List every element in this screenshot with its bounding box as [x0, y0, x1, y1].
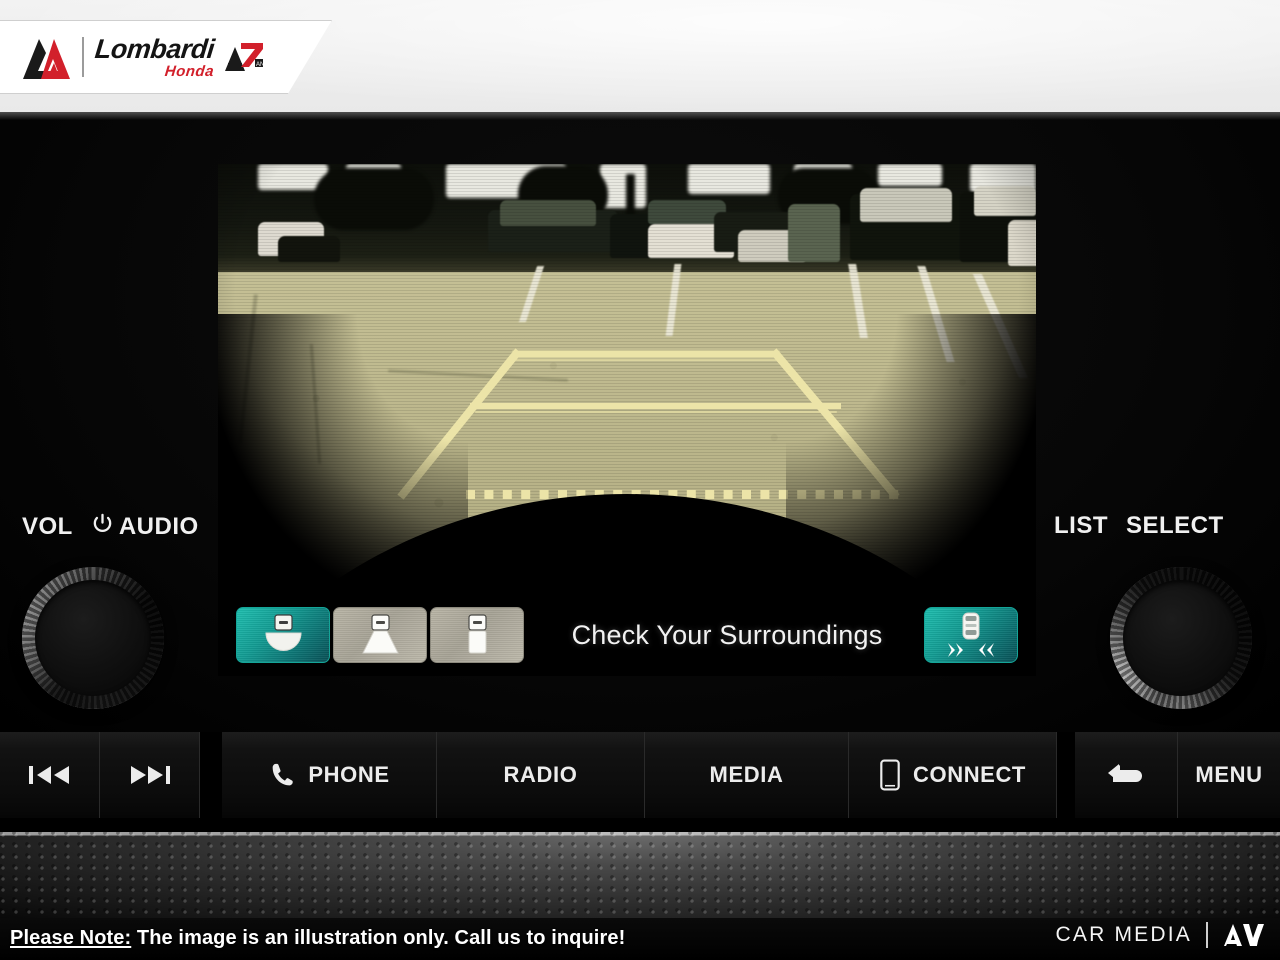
parked-vehicle: [788, 204, 840, 262]
guideline-toggle-button[interactable]: [924, 607, 1018, 663]
view-mode-normal-view[interactable]: [333, 607, 427, 663]
infotainment-head-unit: VOL AUDIO Check Your Surroundings LIST S…: [0, 112, 1280, 732]
select-label: SELECT: [1126, 512, 1224, 539]
left-knob-labels: VOL AUDIO: [22, 512, 199, 542]
car-media-watermark: CAR MEDIA: [1056, 922, 1266, 948]
parked-vehicle: [500, 200, 596, 226]
dashboard-area: Please Note: The image is an illustratio…: [0, 818, 1280, 960]
hard-button-phone[interactable]: PHONE: [222, 732, 437, 818]
lombardi-lh-monogram-icon: [21, 33, 71, 81]
av-logo-icon: [1222, 922, 1266, 948]
infotainment-screen[interactable]: Check Your Surroundings: [218, 164, 1036, 676]
parked-vehicle: [860, 188, 952, 222]
svg-text:ANS: ANS: [256, 62, 265, 68]
disclaimer-text: The image is an illustration only. Call …: [131, 927, 626, 949]
power-icon: [91, 512, 114, 542]
skip-back-icon: [28, 764, 71, 786]
hard-button-media[interactable]: MEDIA: [645, 732, 849, 818]
skip-forward-icon: [129, 764, 171, 786]
watermark-divider: [1206, 922, 1208, 948]
rear-camera-feed[interactable]: [218, 164, 1036, 594]
select-knob[interactable]: [1110, 567, 1252, 709]
smartphone-icon: [879, 759, 901, 791]
hard-button-connect[interactable]: CONNECT: [849, 732, 1057, 818]
dashboard-texture: [0, 832, 1280, 924]
disclaimer-label: Please Note:: [10, 927, 132, 949]
dealer-name: Lombardi: [93, 33, 216, 64]
back-arrow-icon: [1107, 762, 1145, 788]
watermark-text: CAR MEDIA: [1055, 923, 1192, 946]
hard-button-back[interactable]: [1075, 732, 1178, 818]
screenshot-root: Lombardi Honda ANS VOL: [0, 0, 1280, 960]
button-spacer: [1057, 732, 1075, 818]
hard-button-label: CONNECT: [913, 762, 1026, 787]
parked-vehicle: [278, 236, 340, 262]
hard-button-previous-track[interactable]: [0, 732, 100, 818]
phone-icon: [268, 761, 296, 789]
view-mode-top-down-view[interactable]: [430, 607, 524, 663]
status-message: Check Your Surroundings: [571, 619, 883, 650]
hard-button-menu[interactable]: MENU: [1178, 732, 1280, 818]
knob-face: [1123, 580, 1239, 696]
hard-button-label: MEDIA: [709, 762, 784, 787]
right-knob-labels: LIST SELECT: [1054, 512, 1224, 540]
camera-image: [218, 164, 1036, 594]
view-mode-group: [236, 607, 524, 663]
dealer-logo-plate[interactable]: Lombardi Honda ANS: [0, 20, 332, 94]
hard-button-label: PHONE: [308, 762, 390, 787]
hard-button-label: RADIO: [503, 762, 578, 787]
audio-label: AUDIO: [118, 513, 199, 540]
camera-toolbar: Check Your Surroundings: [218, 594, 1036, 676]
dealer-brand: Honda: [163, 62, 215, 80]
dealer-header: Lombardi Honda ANS: [0, 0, 1280, 112]
parked-vehicle: [1008, 220, 1036, 266]
view-mode-wide-view[interactable]: [236, 607, 330, 663]
knob-face: [35, 580, 151, 696]
parked-vehicle: [974, 186, 1036, 216]
button-spacer: [200, 732, 222, 818]
hard-button-radio[interactable]: RADIO: [437, 732, 645, 818]
hard-button-strip: PHONE RADIO MEDIA CONNECT MENU: [0, 732, 1280, 818]
disclaimer-note: Please Note: The image is an illustratio…: [10, 927, 625, 950]
list-label: LIST: [1054, 512, 1108, 539]
hard-button-next-track[interactable]: [100, 732, 200, 818]
vol-label: VOL: [22, 513, 73, 540]
logo-divider: [82, 37, 84, 77]
anniversary-badge-icon: ANS: [225, 39, 268, 75]
ground-texture: [218, 268, 1036, 594]
hard-button-label: MENU: [1195, 762, 1263, 787]
right-control-cluster: LIST SELECT: [1036, 112, 1280, 732]
volume-knob[interactable]: [22, 567, 164, 709]
left-control-cluster: VOL AUDIO: [0, 112, 215, 732]
